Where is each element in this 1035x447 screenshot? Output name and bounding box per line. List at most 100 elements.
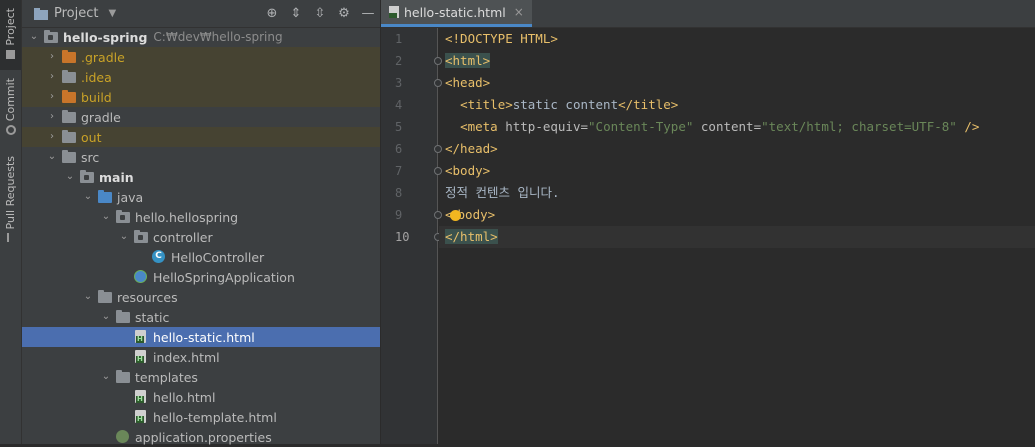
- tree-item-label: hello.hellospring: [135, 209, 239, 225]
- properties-file-icon: [116, 430, 130, 444]
- tree-item-build[interactable]: › build: [22, 87, 380, 107]
- line-number: 9: [395, 208, 403, 222]
- html-file-icon: [134, 330, 148, 344]
- tree-item-hello-controller[interactable]: C HelloController: [22, 247, 380, 267]
- folder-icon: [116, 310, 130, 324]
- meta-open-tag: <meta: [460, 119, 506, 134]
- chevron-down-icon[interactable]: ⌄: [100, 371, 112, 383]
- editor-tab-label: hello-static.html: [404, 4, 506, 20]
- tree-item-application-properties[interactable]: application.properties: [22, 427, 380, 447]
- tab-project[interactable]: Project: [0, 0, 21, 70]
- chevron-down-icon[interactable]: ⌄: [46, 151, 58, 163]
- hide-icon[interactable]: —: [356, 6, 380, 21]
- module-folder-icon: [80, 170, 94, 184]
- tree-item-label: index.html: [153, 349, 220, 365]
- tab-pull-requests[interactable]: Pull Requests: [0, 156, 21, 248]
- gear-icon[interactable]: ⚙: [332, 6, 356, 21]
- source-folder-icon: [98, 190, 112, 204]
- line-number: 1: [395, 32, 403, 46]
- chevron-right-icon[interactable]: ›: [46, 91, 58, 103]
- chevron-down-icon[interactable]: ⌄: [28, 31, 40, 43]
- tree-item-label: main: [99, 169, 134, 185]
- tree-item-static[interactable]: ⌄ static: [22, 307, 380, 327]
- code-line-4: <title>static content</title>: [439, 94, 1035, 116]
- tree-item-out[interactable]: › out: [22, 127, 380, 147]
- html-file-icon: [389, 6, 399, 18]
- chevron-down-icon[interactable]: ⌄: [64, 171, 76, 183]
- tree-item-label: .gradle: [81, 49, 125, 65]
- chevron-down-icon[interactable]: ⌄: [118, 231, 130, 243]
- chevron-right-icon[interactable]: ›: [46, 71, 58, 83]
- tree-item-resources[interactable]: ⌄ resources: [22, 287, 380, 307]
- tree-item-label: .idea: [81, 69, 112, 85]
- line-number: 10: [395, 230, 410, 244]
- collapse-all-icon[interactable]: ⇳: [308, 6, 332, 21]
- tree-item-label: java: [117, 189, 144, 205]
- tree-item-gradle-cache[interactable]: › .gradle: [22, 47, 380, 67]
- tree-item-java[interactable]: ⌄ java: [22, 187, 380, 207]
- tree-item-src[interactable]: ⌄ src: [22, 147, 380, 167]
- chevron-down-icon[interactable]: ⌄: [100, 211, 112, 223]
- code-line-1: <!DOCTYPE HTML>: [439, 28, 1035, 50]
- chevron-right-icon[interactable]: ›: [46, 51, 58, 63]
- chevron-down-icon[interactable]: ⌄: [82, 191, 94, 203]
- project-panel-title[interactable]: Project: [54, 6, 98, 21]
- tree-item-hello-static-html[interactable]: hello-static.html: [22, 327, 380, 347]
- code-lines[interactable]: <!DOCTYPE HTML> <html> <head> <title>sta…: [439, 28, 1035, 248]
- line-gutter: 1 2 3 4 5 6 7 8 9 10: [381, 28, 442, 444]
- lightbulb-icon[interactable]: [449, 210, 461, 221]
- attr-value: "text/html; charset=UTF-8": [761, 119, 957, 134]
- tree-item-label: hello-spring: [63, 29, 148, 45]
- tree-item-idea[interactable]: › .idea: [22, 67, 380, 87]
- line-number: 8: [395, 186, 403, 200]
- code-area[interactable]: 1 2 3 4 5 6 7 8 9 10 <!DOCTYPE HTML> <ht…: [381, 28, 1035, 444]
- tree-item-main[interactable]: ⌄ main: [22, 167, 380, 187]
- line-number: 4: [395, 98, 403, 112]
- tree-item-hello-spring[interactable]: ⌄ hello-spring C:₩dev₩hello-spring: [22, 27, 380, 47]
- excluded-folder-icon: [62, 50, 76, 64]
- excluded-folder-icon: [62, 90, 76, 104]
- editor-tabs: hello-static.html ×: [381, 0, 1035, 28]
- expand-all-icon[interactable]: ⇕: [284, 6, 308, 21]
- project-folder-icon: [34, 7, 48, 20]
- tree-item-templates[interactable]: ⌄ templates: [22, 367, 380, 387]
- code-line-6: </head>: [439, 138, 1035, 160]
- project-tree: ⌄ hello-spring C:₩dev₩hello-spring › .gr…: [22, 27, 380, 447]
- chevron-right-icon[interactable]: ›: [46, 131, 58, 143]
- package-icon: [116, 210, 130, 224]
- editor-tab-hello-static-html[interactable]: hello-static.html ×: [381, 0, 532, 27]
- folder-icon: [62, 150, 76, 164]
- tree-item-hello-spring-application[interactable]: HelloSpringApplication: [22, 267, 380, 287]
- close-icon[interactable]: ×: [514, 5, 524, 19]
- chevron-right-icon[interactable]: ›: [46, 111, 58, 123]
- chevron-down-icon[interactable]: ⌄: [100, 311, 112, 323]
- code-line-9: < body>: [439, 204, 1035, 226]
- folder-icon: [62, 110, 76, 124]
- body-close-tag-end: body>: [457, 207, 496, 222]
- head-open-tag: <head>: [445, 75, 491, 90]
- html-file-icon: [134, 350, 148, 364]
- tree-item-hello-html[interactable]: hello.html: [22, 387, 380, 407]
- tree-item-label: src: [81, 149, 100, 165]
- tree-item-package[interactable]: ⌄ hello.hellospring: [22, 207, 380, 227]
- project-tab-icon: [6, 49, 15, 59]
- tree-item-label: hello.html: [153, 389, 216, 405]
- line-number: 2: [395, 54, 403, 68]
- tab-commit-label: Commit: [4, 78, 17, 122]
- tree-item-label: gradle: [81, 109, 121, 125]
- tree-item-label: application.properties: [135, 429, 272, 445]
- tree-item-label: static: [135, 309, 170, 325]
- tree-item-hello-template-html[interactable]: hello-template.html: [22, 407, 380, 427]
- tree-item-controller[interactable]: ⌄ controller: [22, 227, 380, 247]
- tree-item-index-html[interactable]: index.html: [22, 347, 380, 367]
- tree-item-gradle[interactable]: › gradle: [22, 107, 380, 127]
- folder-icon: [62, 70, 76, 84]
- line-number: 3: [395, 76, 403, 90]
- line-number: 6: [395, 142, 403, 156]
- code-line-2: <html>: [439, 50, 1035, 72]
- tab-commit[interactable]: Commit: [0, 78, 21, 144]
- locate-file-icon[interactable]: ⊕: [260, 6, 284, 21]
- view-dropdown-icon[interactable]: ▼: [108, 8, 116, 19]
- chevron-down-icon[interactable]: ⌄: [82, 291, 94, 303]
